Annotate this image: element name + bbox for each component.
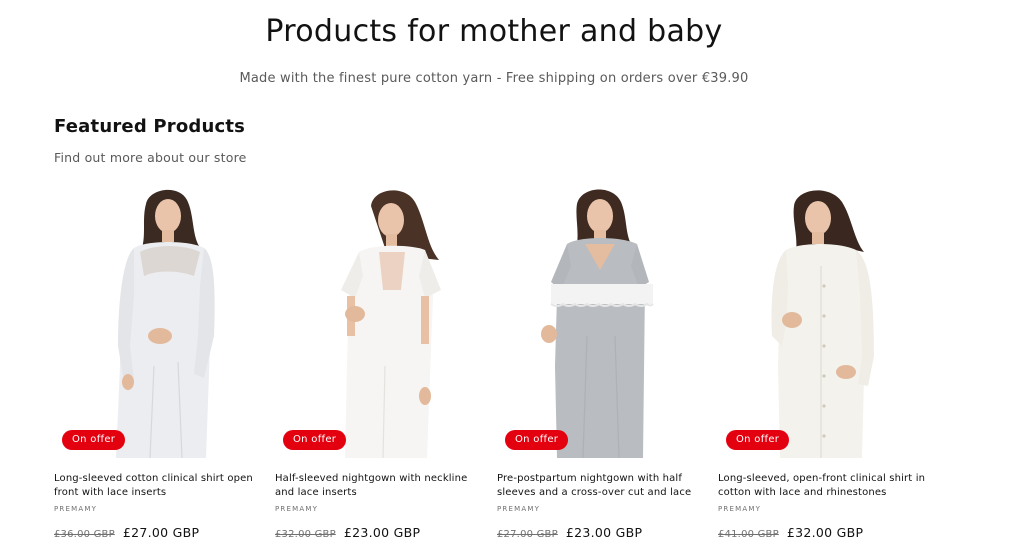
- product-photo-2: [341, 190, 441, 459]
- sale-price: £23.00 GBP: [343, 525, 421, 540]
- product-title[interactable]: Pre-postpartum nightgown with half sleev…: [497, 472, 710, 499]
- product-image[interactable]: On offer: [275, 186, 488, 460]
- on-offer-badge: On offer: [505, 430, 569, 450]
- sale-price: £27.00 GBP: [122, 525, 200, 540]
- on-offer-badge: On offer: [62, 430, 126, 450]
- price-row: £32.00 GBP £23.00 GBP: [275, 522, 420, 541]
- product-image[interactable]: On offer: [54, 186, 267, 460]
- product-photo-4: [771, 190, 874, 458]
- product-card[interactable]: On offer Pre-postpartum nightgown with h…: [497, 186, 710, 544]
- product-vendor: PREMAMY: [718, 505, 762, 513]
- featured-products-heading: Featured Products: [54, 116, 246, 137]
- regular-price: £36.00 GBP: [54, 529, 115, 540]
- page-title: Products for mother and baby: [265, 14, 723, 49]
- regular-price: £32.00 GBP: [275, 529, 336, 540]
- product-grid: On offer Long-sleeved cotton clinical sh…: [54, 186, 934, 544]
- product-title[interactable]: Long-sleeved cotton clinical shirt open …: [54, 472, 267, 499]
- product-photo-1: [116, 189, 215, 459]
- price-row: £36.00 GBP £27.00 GBP: [54, 522, 199, 541]
- product-image[interactable]: On offer: [718, 186, 931, 460]
- product-title[interactable]: Long-sleeved, open-front clinical shirt …: [718, 472, 931, 499]
- product-vendor: PREMAMY: [54, 505, 98, 513]
- hero-subtitle: Made with the finest pure cotton yarn - …: [239, 71, 749, 86]
- sale-price: £32.00 GBP: [786, 525, 864, 540]
- sale-price: £23.00 GBP: [565, 525, 643, 540]
- product-title[interactable]: Half-sleeved nightgown with neckline and…: [275, 472, 488, 499]
- regular-price: £27.00 GBP: [497, 529, 558, 540]
- product-card[interactable]: On offer Half-sleeved nightgown with nec…: [275, 186, 488, 544]
- on-offer-badge: On offer: [283, 430, 347, 450]
- product-vendor: PREMAMY: [497, 505, 541, 513]
- on-offer-badge: On offer: [726, 430, 790, 450]
- featured-products-description: Find out more about our store: [54, 150, 247, 165]
- product-card[interactable]: On offer Long-sleeved cotton clinical sh…: [54, 186, 267, 544]
- product-photo-3: [541, 189, 654, 459]
- regular-price: £41.00 GBP: [718, 529, 779, 540]
- price-row: £41.00 GBP £32.00 GBP: [718, 522, 863, 541]
- price-row: £27.00 GBP £23.00 GBP: [497, 522, 642, 541]
- product-image[interactable]: On offer: [497, 186, 710, 460]
- product-card[interactable]: On offer Long-sleeved, open-front clinic…: [718, 186, 931, 544]
- product-vendor: PREMAMY: [275, 505, 319, 513]
